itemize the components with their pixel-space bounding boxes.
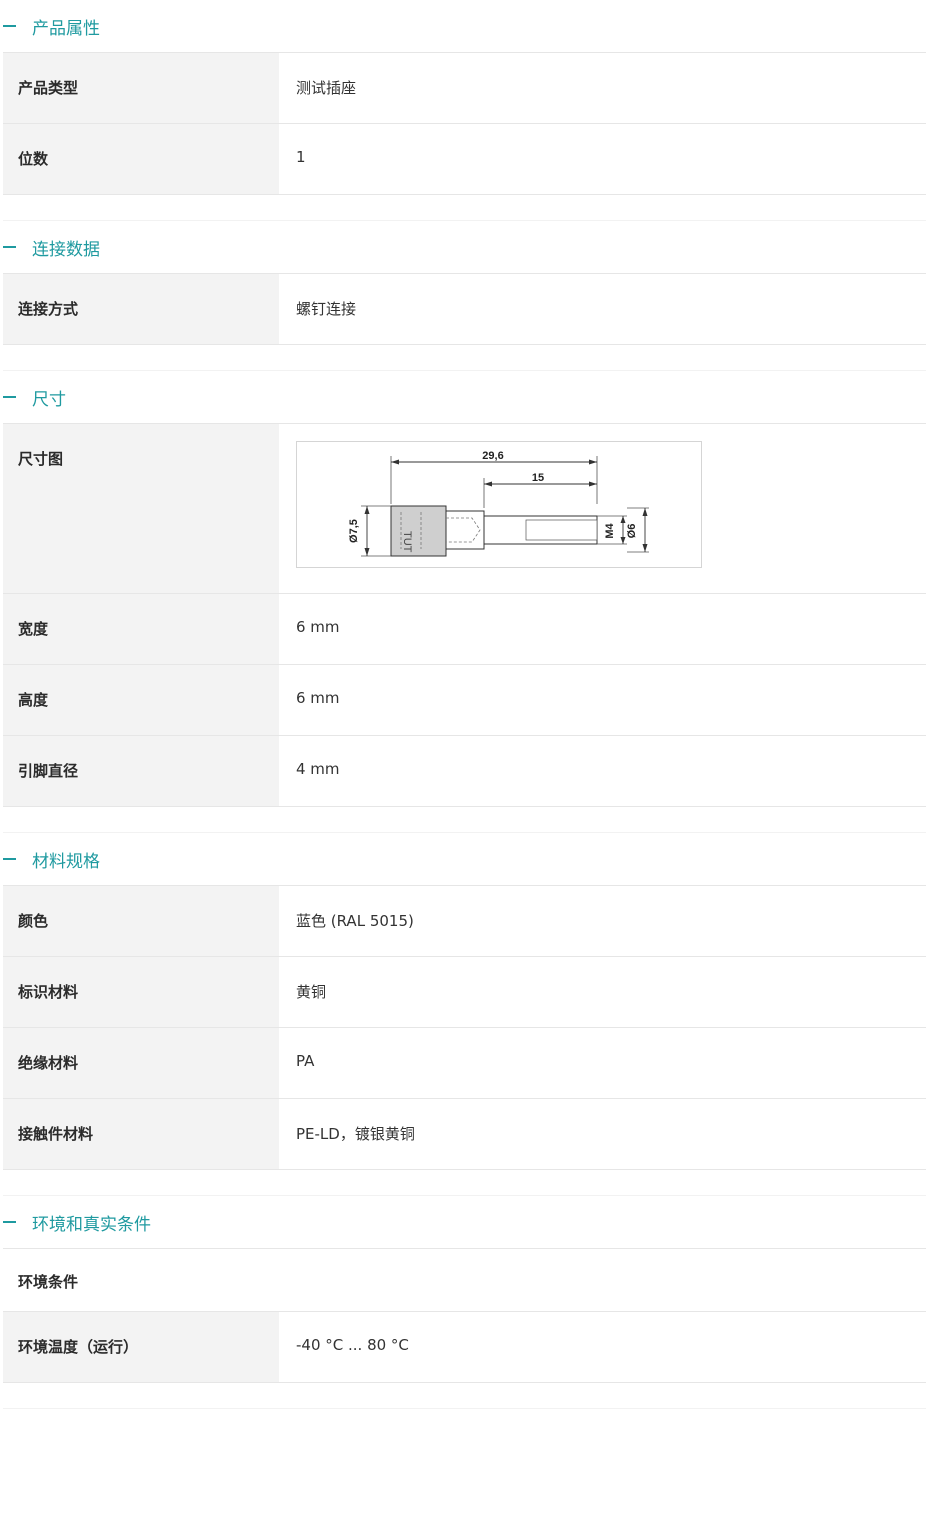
- property-value: 黄铜: [279, 956, 926, 1028]
- property-value: 蓝色 (RAL 5015): [279, 885, 926, 957]
- property-key: 标识材料: [3, 956, 279, 1028]
- table-row: 绝缘材料 PA: [3, 1027, 926, 1099]
- section-connection-data: 连接数据 连接方式 螺钉连接: [0, 221, 929, 371]
- section-divider: [3, 1170, 926, 1196]
- section-divider: [3, 1383, 926, 1409]
- section-dimensions: 尺寸 尺寸图 29,6 15 TUT Ø7,5 M4 Ø6 宽度 6 mm 高度…: [0, 371, 929, 833]
- table-row: 位数 1: [3, 123, 926, 195]
- section-divider: [3, 195, 926, 221]
- table-row-subheading: 环境条件: [3, 1248, 926, 1312]
- property-value: [279, 1248, 926, 1312]
- property-key: 接触件材料: [3, 1098, 279, 1170]
- section-environment: 环境和真实条件 环境条件 环境温度（运行） -40 °C ... 80 °C: [0, 1196, 929, 1409]
- section-material: 材料规格 颜色 蓝色 (RAL 5015) 标识材料 黄铜 绝缘材料 PA 接触…: [0, 833, 929, 1196]
- collapse-minus-icon[interactable]: [3, 246, 16, 248]
- property-key: 高度: [3, 664, 279, 736]
- property-value: 6 mm: [279, 664, 926, 736]
- property-value: 6 mm: [279, 593, 926, 665]
- table-row: 颜色 蓝色 (RAL 5015): [3, 885, 926, 957]
- spec-page: 产品属性 产品类型 测试插座 位数 1 连接数据 连接方式 螺钉连接 尺寸 尺寸…: [0, 0, 929, 1409]
- dimension-drawing-svg: 29,6 15 TUT Ø7,5 M4 Ø6: [348, 450, 649, 557]
- table-row: 接触件材料 PE-LD，镀银黄铜: [3, 1098, 926, 1170]
- collapse-minus-icon[interactable]: [3, 1221, 16, 1223]
- svg-text:TUT: TUT: [401, 531, 413, 553]
- section-title: 材料规格: [32, 851, 100, 872]
- section-header[interactable]: 环境和真实条件: [0, 1196, 929, 1248]
- property-value: 4 mm: [279, 735, 926, 807]
- property-value: 螺钉连接: [279, 273, 926, 345]
- table-row: 连接方式 螺钉连接: [3, 273, 926, 345]
- properties-table: 产品类型 测试插座 位数 1: [3, 52, 926, 195]
- table-row: 引脚直径 4 mm: [3, 735, 926, 807]
- property-key: 绝缘材料: [3, 1027, 279, 1099]
- dim-thread-length: 15: [532, 472, 544, 484]
- property-key: 环境温度（运行）: [3, 1311, 279, 1383]
- property-value: PA: [279, 1027, 926, 1099]
- collapse-minus-icon[interactable]: [3, 396, 16, 398]
- section-header[interactable]: 尺寸: [0, 371, 929, 423]
- property-key: 产品类型: [3, 52, 279, 124]
- section-header[interactable]: 产品属性: [0, 0, 929, 52]
- table-row: 标识材料 黄铜: [3, 956, 926, 1028]
- property-value: 测试插座: [279, 52, 926, 124]
- section-header[interactable]: 材料规格: [0, 833, 929, 885]
- dim-diameter: Ø6: [626, 524, 638, 539]
- section-title: 连接数据: [32, 239, 100, 260]
- properties-table: 颜色 蓝色 (RAL 5015) 标识材料 黄铜 绝缘材料 PA 接触件材料 P…: [3, 885, 926, 1170]
- table-row: 环境温度（运行） -40 °C ... 80 °C: [3, 1311, 926, 1383]
- property-value: -40 °C ... 80 °C: [279, 1311, 926, 1383]
- dim-overall-length: 29,6: [482, 450, 503, 462]
- property-key: 位数: [3, 123, 279, 195]
- dim-head-diameter: Ø7,5: [348, 519, 360, 543]
- property-key: 连接方式: [3, 273, 279, 345]
- dim-thread: M4: [604, 522, 616, 538]
- property-key: 引脚直径: [3, 735, 279, 807]
- dimension-drawing[interactable]: 29,6 15 TUT Ø7,5 M4 Ø6: [296, 441, 702, 568]
- property-value: PE-LD，镀银黄铜: [279, 1098, 926, 1170]
- property-key: 颜色: [3, 885, 279, 957]
- collapse-minus-icon[interactable]: [3, 25, 16, 27]
- section-title: 环境和真实条件: [32, 1214, 151, 1235]
- section-divider: [3, 345, 926, 371]
- section-header[interactable]: 连接数据: [0, 221, 929, 273]
- properties-table: 环境条件 环境温度（运行） -40 °C ... 80 °C: [3, 1248, 926, 1383]
- section-divider: [3, 807, 926, 833]
- properties-table: 尺寸图 29,6 15 TUT Ø7,5 M4 Ø6 宽度 6 mm 高度 6 …: [3, 423, 926, 807]
- table-row: 产品类型 测试插座: [3, 52, 926, 124]
- section-title: 产品属性: [32, 18, 100, 39]
- property-key: 宽度: [3, 593, 279, 665]
- properties-table: 连接方式 螺钉连接: [3, 273, 926, 345]
- property-group-heading: 环境条件: [3, 1248, 279, 1312]
- section-product-properties: 产品属性 产品类型 测试插座 位数 1: [0, 0, 929, 221]
- table-row: 高度 6 mm: [3, 664, 926, 736]
- collapse-minus-icon[interactable]: [3, 858, 16, 860]
- section-title: 尺寸: [32, 389, 66, 410]
- property-key: 尺寸图: [3, 423, 279, 594]
- property-value: 29,6 15 TUT Ø7,5 M4 Ø6: [279, 423, 926, 594]
- property-value: 1: [279, 123, 926, 195]
- table-row: 宽度 6 mm: [3, 593, 926, 665]
- table-row: 尺寸图 29,6 15 TUT Ø7,5 M4 Ø6: [3, 423, 926, 594]
